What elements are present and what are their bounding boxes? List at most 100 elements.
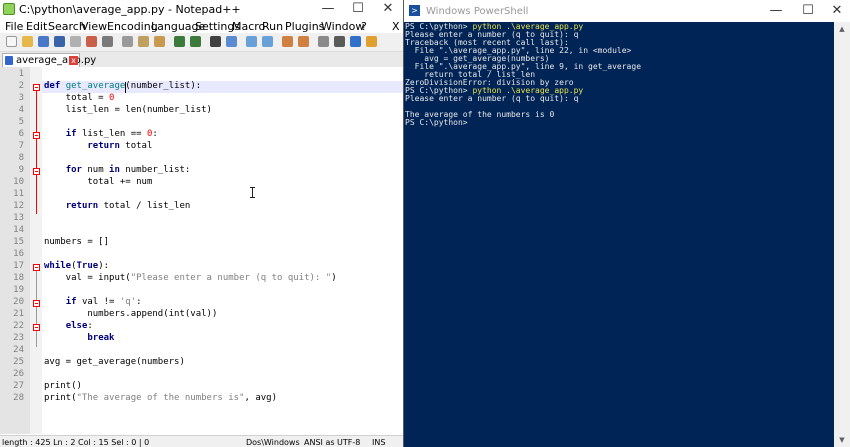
line-number: 23 <box>13 333 24 343</box>
sync-scroll-icon[interactable] <box>282 36 293 47</box>
notepad-tabbar: average_app.py x <box>0 52 403 68</box>
code-line: if list_len == 0: <box>65 129 158 139</box>
notepad-menubar: File Edit Search View Encoding Language … <box>0 19 403 33</box>
line-number: 7 <box>18 141 24 151</box>
notepad-close-button[interactable]: ✕ <box>373 0 403 18</box>
powershell-app-icon: > <box>409 5 420 16</box>
code-line: total = 0 <box>44 93 115 103</box>
tab-average-app[interactable]: average_app.py x <box>2 53 96 67</box>
code-line: avg = get_average(numbers) <box>44 357 185 367</box>
redo-icon[interactable] <box>190 36 201 47</box>
menu-macro[interactable]: Macro <box>232 20 265 33</box>
notepad-app-icon <box>3 3 15 15</box>
powershell-scrollbar[interactable]: ▲ ▼ <box>834 22 850 447</box>
code-line: return total <box>87 141 153 151</box>
zoom-in-icon[interactable] <box>246 36 257 47</box>
paste-icon[interactable] <box>154 36 165 47</box>
line-number: 14 <box>13 225 24 235</box>
menu-view[interactable]: View <box>81 20 107 33</box>
line-number: 6 <box>18 129 24 139</box>
copy-icon[interactable] <box>138 36 149 47</box>
powershell-minimize-button[interactable]: — <box>761 0 791 22</box>
menu-edit[interactable]: Edit <box>26 20 47 33</box>
line-number: 16 <box>13 249 24 259</box>
powershell-console[interactable]: PS C:\python> python .\average_app.py Pl… <box>405 22 835 447</box>
show-all-chars-icon[interactable] <box>334 36 345 47</box>
line-number: 13 <box>13 213 24 223</box>
code-editor[interactable]: 1 2 3 4 5 6 7 8 9 10 11 12 13 14 15 16 1… <box>0 67 403 434</box>
fold-line <box>36 271 37 347</box>
powershell-titlebar[interactable]: > Windows PowerShell — ☐ ✕ <box>404 0 850 22</box>
powershell-maximize-button[interactable]: ☐ <box>793 0 823 22</box>
fold-toggle-icon[interactable] <box>33 324 40 331</box>
word-wrap-icon[interactable] <box>298 36 309 47</box>
find-icon[interactable] <box>210 36 221 47</box>
save-icon[interactable] <box>38 36 49 47</box>
code-line: if val != 'q': <box>65 297 142 307</box>
powershell-close-button[interactable]: ✕ <box>822 0 850 22</box>
code-line: for num in number_list: <box>65 165 191 175</box>
open-file-icon[interactable] <box>22 36 33 47</box>
notepad-toolbar <box>0 33 403 52</box>
scroll-down-icon[interactable]: ▼ <box>834 433 850 447</box>
indent-guide-icon[interactable] <box>318 36 329 47</box>
line-number: 8 <box>18 153 24 163</box>
undo-icon[interactable] <box>174 36 185 47</box>
menu-run[interactable]: Run <box>262 20 283 33</box>
fold-line <box>36 91 37 214</box>
menu-help[interactable]: ? <box>361 20 367 33</box>
code-line: print("The average of the numbers is", a… <box>44 393 278 403</box>
scroll-up-icon[interactable]: ▲ <box>834 22 850 36</box>
close-file-icon[interactable] <box>70 36 81 47</box>
notepad-maximize-button[interactable]: ☐ <box>343 0 373 18</box>
notepad-statusbar: length : 425 Ln : 2 Col : 15 Sel : 0 | 0… <box>0 435 403 447</box>
save-all-icon[interactable] <box>54 36 65 47</box>
fold-toggle-icon[interactable] <box>33 300 40 307</box>
notepad-minimize-button[interactable]: — <box>313 0 343 18</box>
zoom-out-icon[interactable] <box>262 36 273 47</box>
fold-toggle-icon[interactable] <box>33 168 40 175</box>
close-all-icon[interactable] <box>86 36 97 47</box>
line-number: 1 <box>18 69 24 79</box>
line-number: 20 <box>13 297 24 307</box>
menu-window[interactable]: Window <box>321 20 364 33</box>
doc-map-icon[interactable] <box>366 36 377 47</box>
console-line: Please enter a number (q to quit): q <box>405 94 579 103</box>
line-number: 4 <box>18 105 24 115</box>
replace-icon[interactable] <box>226 36 237 47</box>
status-eol: Dos\Windows <box>246 438 300 447</box>
menu-file[interactable]: File <box>5 20 23 33</box>
new-file-icon[interactable] <box>6 36 17 47</box>
code-line: numbers.append(int(val)) <box>44 309 218 319</box>
line-number: 18 <box>13 273 24 283</box>
fold-toggle-icon[interactable] <box>33 264 40 271</box>
notepad-window: C:\python\average_app.py - Notepad++ — ☐… <box>0 0 403 447</box>
line-number: 10 <box>13 177 24 187</box>
code-line: numbers = [] <box>44 237 110 247</box>
line-number: 21 <box>13 309 24 319</box>
line-number: 19 <box>13 285 24 295</box>
print-icon[interactable] <box>102 36 113 47</box>
line-number: 24 <box>13 345 24 355</box>
status-insert-mode: INS <box>372 438 386 447</box>
cut-icon[interactable] <box>122 36 133 47</box>
line-number-gutter: 1 2 3 4 5 6 7 8 9 10 11 12 13 14 15 16 1… <box>0 67 30 434</box>
notepad-titlebar[interactable]: C:\python\average_app.py - Notepad++ — ☐… <box>0 0 403 18</box>
code-line: list_len = len(number_list) <box>44 105 212 115</box>
user-language-icon[interactable] <box>350 36 361 47</box>
tab-close-icon[interactable]: x <box>69 56 78 65</box>
line-number: 3 <box>18 93 24 103</box>
code-line: return total / list_len <box>65 201 191 211</box>
line-number: 12 <box>13 201 24 211</box>
fold-toggle-icon[interactable] <box>33 132 40 139</box>
line-number: 15 <box>13 237 24 247</box>
tab-label: average_app.py <box>16 55 97 66</box>
line-number: 22 <box>13 321 24 331</box>
powershell-title: Windows PowerShell <box>426 6 529 17</box>
menu-plugins[interactable]: Plugins <box>285 20 324 33</box>
code-line: def get_average(number_list): <box>44 81 202 91</box>
menu-close-doc[interactable]: X <box>392 20 400 33</box>
code-line: print() <box>44 381 82 391</box>
code-line: break <box>87 333 115 343</box>
fold-toggle-icon[interactable] <box>33 84 40 91</box>
